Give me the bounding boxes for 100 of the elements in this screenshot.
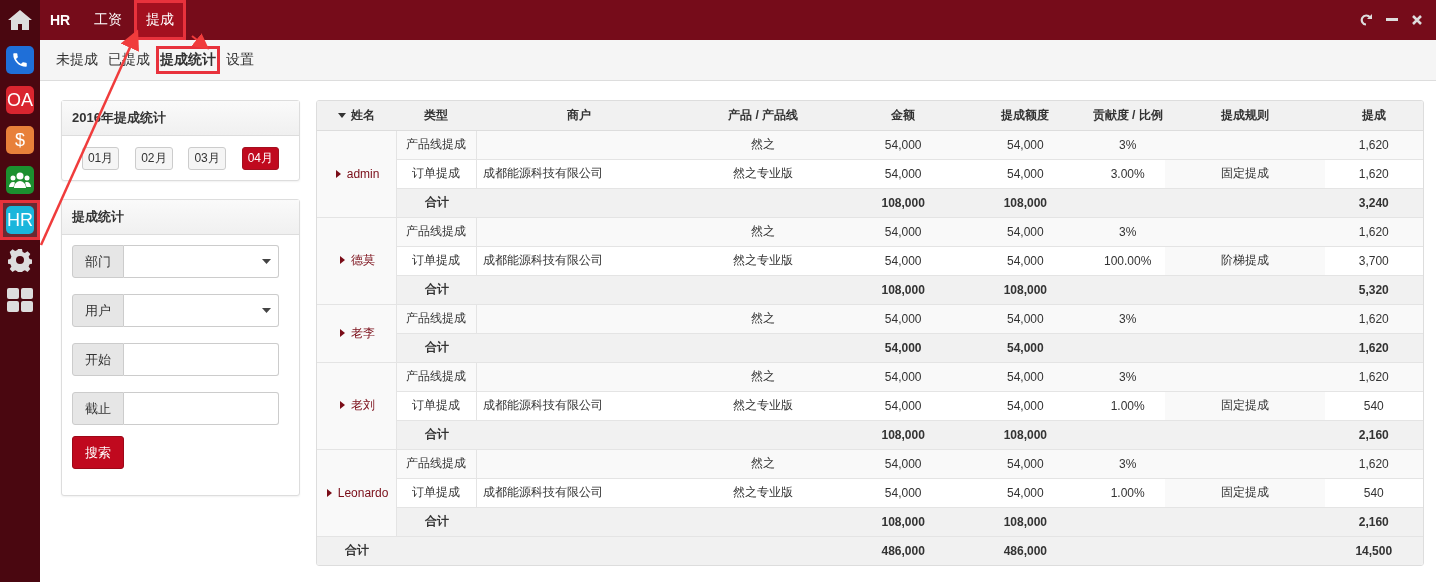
subnav-link[interactable]: 设置 xyxy=(222,46,258,74)
column-header: 提成额度 xyxy=(960,101,1091,130)
nav-tab[interactable]: 工资 xyxy=(82,0,135,40)
caret-right-icon xyxy=(324,488,333,497)
table-cell: 然之 xyxy=(680,362,846,391)
select-field[interactable] xyxy=(124,294,279,327)
table-cell: 3% xyxy=(1090,217,1166,246)
table-cell: 14,500 xyxy=(1324,536,1423,565)
name-link[interactable]: Leonardo xyxy=(317,449,397,536)
table-cell: 然之专业版 xyxy=(680,478,846,507)
table-cell: 108,000 xyxy=(960,188,1091,217)
grid-icon[interactable] xyxy=(7,288,33,312)
table-cell: 然之 xyxy=(680,130,846,159)
caret-right-icon xyxy=(338,256,347,264)
table-cell: 54,000 xyxy=(960,391,1091,420)
table-cell: 合计 xyxy=(396,507,477,536)
table-cell: 3% xyxy=(1090,362,1166,391)
table-cell: 54,000 xyxy=(960,217,1091,246)
column-header: 提成 xyxy=(1324,101,1423,130)
app-icon[interactable]: OA xyxy=(6,86,34,114)
table-cell: 54,000 xyxy=(960,362,1091,391)
table-cell: 成都能源科技有限公司 xyxy=(476,391,681,420)
table-cell: 然之专业版 xyxy=(680,159,846,188)
table-cell: 然之 xyxy=(680,217,846,246)
minimize-icon[interactable] xyxy=(1386,18,1398,22)
table-cell: 成都能源科技有限公司 xyxy=(476,246,681,275)
table-cell: 然之 xyxy=(680,304,846,333)
table-cell: 订单提成 xyxy=(396,478,477,507)
table-cell: 产品线提成 xyxy=(396,362,477,391)
table-cell: 固定提成 xyxy=(1165,478,1325,507)
table-cell: 1,620 xyxy=(1324,217,1423,246)
table-cell: 54,000 xyxy=(960,449,1091,478)
table-cell: 合计 xyxy=(396,275,477,304)
phone-icon[interactable] xyxy=(6,46,34,74)
name-link[interactable]: 德莫 xyxy=(317,217,397,304)
table-cell: 108,000 xyxy=(845,275,961,304)
settings-icon[interactable] xyxy=(8,248,32,272)
table-cell: 1,620 xyxy=(1324,130,1423,159)
table-cell: 阶梯提成 xyxy=(1165,246,1325,275)
column-header: 商户 xyxy=(476,101,681,130)
month-button[interactable]: 03月 xyxy=(188,147,226,170)
input-field[interactable] xyxy=(124,343,279,376)
month-button[interactable]: 01月 xyxy=(81,147,120,170)
search-button[interactable]: 搜索 xyxy=(72,436,124,469)
table-cell: 产品线提成 xyxy=(396,304,477,333)
table-cell: 1,620 xyxy=(1324,159,1423,188)
subnav-link[interactable]: 提成统计 xyxy=(156,46,220,74)
home-icon[interactable] xyxy=(7,9,33,31)
table-cell: 54,000 xyxy=(845,391,961,420)
table-cell: 订单提成 xyxy=(396,391,477,420)
refresh-icon[interactable] xyxy=(1360,14,1372,26)
table-cell: 108,000 xyxy=(845,507,961,536)
table-cell: 1,620 xyxy=(1324,333,1423,362)
table-cell: 54,000 xyxy=(845,362,961,391)
nav-tab[interactable]: 提成 xyxy=(134,0,187,40)
select-field[interactable] xyxy=(124,245,279,278)
close-icon[interactable] xyxy=(1412,15,1422,25)
table-cell: 合计 xyxy=(317,536,397,565)
month-button[interactable]: 04月 xyxy=(241,147,280,170)
table-cell: 3% xyxy=(1090,304,1166,333)
table-cell: 成都能源科技有限公司 xyxy=(476,478,681,507)
card-title: 提成统计 xyxy=(62,200,299,235)
caret-down-icon xyxy=(338,110,347,119)
table-cell: 108,000 xyxy=(845,188,961,217)
table-cell: 订单提成 xyxy=(396,246,477,275)
table-cell: 54,000 xyxy=(960,478,1091,507)
table-cell: 54,000 xyxy=(845,449,961,478)
input-field[interactable] xyxy=(124,392,279,425)
caret-right-icon xyxy=(333,169,342,178)
table-cell: 1,620 xyxy=(1324,449,1423,478)
field-label: 截止 xyxy=(72,392,124,425)
table-cell: 然之 xyxy=(680,449,846,478)
subnav-link[interactable]: 未提成 xyxy=(52,46,102,74)
table-cell: 订单提成 xyxy=(396,159,477,188)
table-cell: 产品线提成 xyxy=(396,449,477,478)
table-cell: 3,700 xyxy=(1324,246,1423,275)
table-cell: 固定提成 xyxy=(1165,391,1325,420)
table-cell: 486,000 xyxy=(845,536,961,565)
table-cell: 产品线提成 xyxy=(396,217,477,246)
column-header[interactable]: 姓名 xyxy=(317,101,397,130)
people-icon[interactable] xyxy=(6,166,34,194)
annotation-arrow xyxy=(191,33,210,50)
table-cell: 540 xyxy=(1324,391,1423,420)
table-cell: 486,000 xyxy=(960,536,1091,565)
table-cell: 然之专业版 xyxy=(680,391,846,420)
name-link[interactable]: 老刘 xyxy=(317,362,397,449)
table-cell: 3% xyxy=(1090,449,1166,478)
name-link[interactable]: 老李 xyxy=(317,304,397,362)
table-cell: 成都能源科技有限公司 xyxy=(476,159,681,188)
name-link[interactable]: admin xyxy=(317,130,397,217)
caret-right-icon xyxy=(338,328,347,337)
table-cell: 54,000 xyxy=(960,130,1091,159)
column-header: 贡献度 / 比例 xyxy=(1090,101,1166,130)
column-header: 产品 / 产品线 xyxy=(680,101,846,130)
table-cell: 固定提成 xyxy=(1165,159,1325,188)
field-label: 部门 xyxy=(72,245,124,278)
table-cell: 3,240 xyxy=(1324,188,1423,217)
month-button[interactable]: 02月 xyxy=(135,147,173,170)
column-header: 提成规则 xyxy=(1165,101,1325,130)
table-cell: 54,000 xyxy=(960,333,1091,362)
